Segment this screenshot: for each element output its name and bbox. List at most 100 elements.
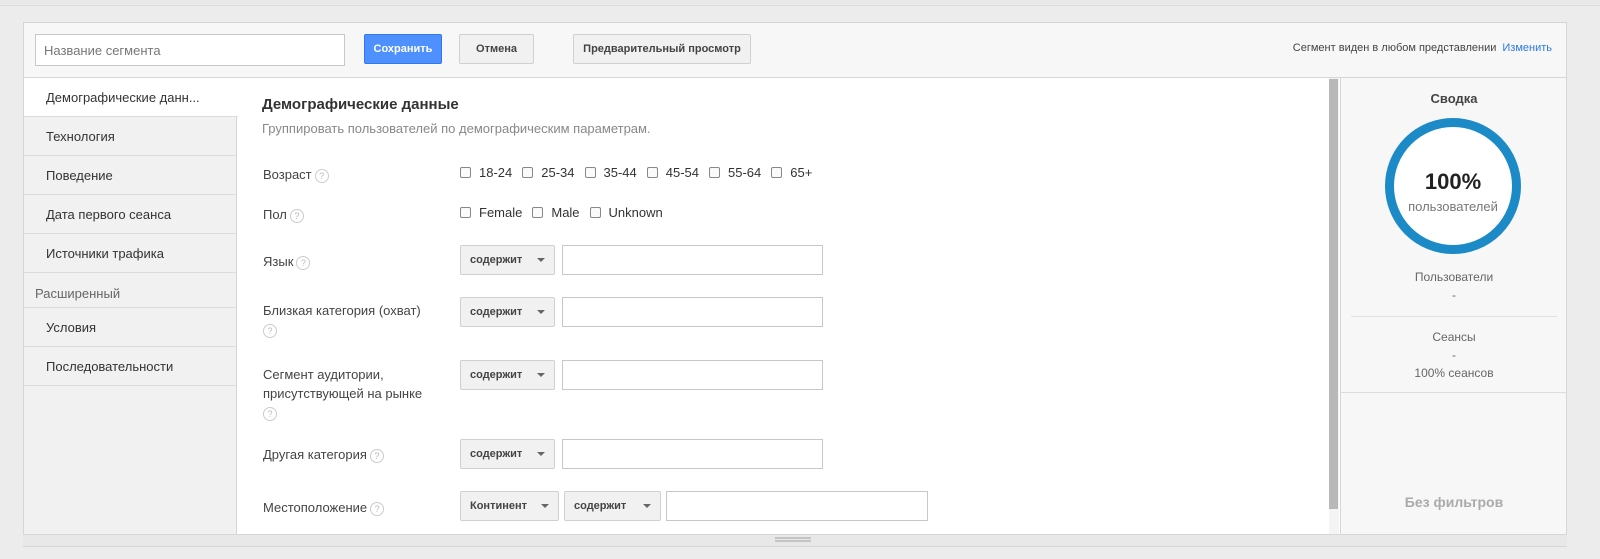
- language-operator-dropdown[interactable]: содержит: [460, 245, 555, 275]
- in-market-label: Сегмент аудитории, присутствующей на рынк…: [263, 365, 422, 422]
- gender-option-label: Unknown: [608, 205, 663, 220]
- chevron-down-icon: [537, 373, 545, 377]
- age-option-25-34[interactable]: 25-34: [522, 165, 575, 180]
- gender-label-text: Пол: [263, 207, 287, 222]
- sidebar-item-conditions[interactable]: Условия: [24, 308, 236, 347]
- gender-option-male[interactable]: Male: [532, 205, 580, 220]
- help-icon[interactable]: ?: [369, 448, 384, 463]
- help-icon[interactable]: ?: [314, 168, 329, 183]
- summary-panel: Сводка 100% пользователей Пользователи -…: [1340, 78, 1567, 534]
- age-option-45-54[interactable]: 45-54: [646, 165, 699, 180]
- checkbox-icon[interactable]: [589, 207, 601, 218]
- age-option-35-44[interactable]: 35-44: [584, 165, 637, 180]
- sidebar-item-sequences[interactable]: Последовательности: [24, 347, 236, 386]
- affinity-label-text: Близкая категория (охват): [263, 303, 421, 318]
- checkbox-icon[interactable]: [522, 167, 534, 178]
- sidebar-item-first-session-date[interactable]: Дата первого сеанса: [24, 195, 236, 234]
- segment-toolbar: Сохранить Отмена Предварительный просмот…: [24, 23, 1566, 78]
- users-label: Пользователи: [1414, 270, 1494, 284]
- location-label: Местоположение?: [263, 498, 385, 517]
- checkbox-icon[interactable]: [771, 167, 783, 178]
- sessions-value: -: [1452, 348, 1456, 362]
- language-value-input[interactable]: [562, 245, 823, 275]
- age-option-label: 65+: [790, 165, 813, 180]
- age-label-text: Возраст: [263, 167, 312, 182]
- age-option-label: 55-64: [728, 165, 762, 180]
- dropdown-value: содержит: [470, 254, 523, 266]
- gender-option-unknown[interactable]: Unknown: [589, 205, 663, 220]
- sessions-percent: 100% сеансов: [1414, 366, 1494, 380]
- other-category-label-text: Другая категория: [263, 447, 367, 462]
- demographics-panel: Демографические данные Группировать поль…: [238, 78, 1328, 534]
- no-filters-text: Без фильтров: [1404, 494, 1504, 510]
- language-label: Язык?: [263, 252, 311, 271]
- chevron-down-icon: [537, 310, 545, 314]
- sidebar-item-label: Источники трафика: [46, 245, 164, 261]
- affinity-operator-dropdown[interactable]: содержит: [460, 297, 555, 327]
- help-icon[interactable]: ?: [263, 323, 277, 338]
- resize-grip-icon[interactable]: [775, 537, 811, 542]
- checkbox-icon[interactable]: [532, 207, 544, 218]
- language-label-text: Язык: [263, 254, 294, 269]
- gender-option-label: Female: [479, 205, 523, 220]
- age-option-18-24[interactable]: 18-24: [460, 165, 512, 180]
- chevron-down-icon: [643, 504, 651, 508]
- help-icon[interactable]: ?: [263, 406, 277, 421]
- sidebar-item-traffic-sources[interactable]: Источники трафика: [24, 234, 236, 273]
- gender-label: Пол?: [263, 205, 304, 224]
- age-label: Возраст?: [263, 165, 329, 184]
- gender-option-label: Male: [551, 205, 580, 220]
- other-category-operator-dropdown[interactable]: содержит: [460, 439, 555, 469]
- gender-option-female[interactable]: Female: [460, 205, 522, 220]
- location-operator-dropdown[interactable]: содержит: [564, 491, 661, 521]
- preview-button[interactable]: Предварительный просмотр: [573, 34, 751, 64]
- cancel-button[interactable]: Отмена: [459, 34, 534, 64]
- resize-bar: [23, 535, 1567, 547]
- segment-name-input[interactable]: [35, 34, 345, 66]
- dropdown-value: Континент: [470, 500, 528, 512]
- users-percent-ring: 100% пользователей: [1385, 118, 1521, 254]
- panel-subtitle: Группировать пользователей по демографич…: [262, 121, 651, 136]
- dropdown-value: содержит: [470, 369, 523, 381]
- other-category-label: Другая категория?: [263, 445, 384, 464]
- help-icon[interactable]: ?: [289, 208, 304, 223]
- sidebar-item-behavior[interactable]: Поведение: [24, 156, 236, 195]
- sessions-label: Сеансы: [1432, 330, 1476, 344]
- checkbox-icon[interactable]: [460, 207, 471, 218]
- sidebar-item-label: Поведение: [46, 167, 113, 183]
- sidebar-item-label: Технология: [46, 128, 115, 144]
- other-category-value-input[interactable]: [562, 439, 823, 469]
- segment-editor: Сохранить Отмена Предварительный просмот…: [23, 22, 1567, 535]
- scrollbar-thumb[interactable]: [1329, 79, 1338, 509]
- save-button[interactable]: Сохранить: [364, 34, 442, 64]
- gender-options: Female Male Unknown: [460, 205, 673, 220]
- sidebar-item-technology[interactable]: Технология: [24, 117, 236, 156]
- summary-divider: [1351, 316, 1557, 317]
- sidebar-item-label: Последовательности: [46, 358, 174, 374]
- in-market-operator-dropdown[interactable]: содержит: [460, 360, 555, 390]
- change-visibility-link[interactable]: Изменить: [1502, 42, 1552, 54]
- chevron-down-icon: [537, 258, 545, 262]
- help-icon[interactable]: ?: [296, 255, 311, 270]
- chevron-down-icon: [541, 504, 549, 508]
- location-value-input[interactable]: [666, 491, 928, 521]
- age-option-65-plus[interactable]: 65+: [771, 165, 812, 180]
- help-icon[interactable]: ?: [370, 501, 385, 516]
- users-percent-value: 100%: [1424, 169, 1482, 194]
- checkbox-icon[interactable]: [646, 167, 658, 178]
- affinity-value-input[interactable]: [562, 297, 823, 327]
- dropdown-value: содержит: [574, 500, 627, 512]
- sidebar-item-demographics[interactable]: Демографические данн...: [24, 78, 238, 117]
- in-market-value-input[interactable]: [562, 360, 823, 390]
- checkbox-icon[interactable]: [584, 167, 596, 178]
- age-option-55-64[interactable]: 55-64: [709, 165, 761, 180]
- age-option-label: 45-54: [665, 165, 699, 180]
- age-option-label: 25-34: [541, 165, 575, 180]
- sidebar-section-advanced: Расширенный: [24, 273, 236, 308]
- location-label-text: Местоположение: [263, 500, 368, 515]
- location-scope-dropdown[interactable]: Континент: [460, 491, 559, 521]
- checkbox-icon[interactable]: [460, 167, 471, 178]
- checkbox-icon[interactable]: [709, 167, 720, 178]
- in-market-label-line2: присутствующей на рынке: [263, 386, 423, 401]
- chevron-down-icon: [537, 452, 545, 456]
